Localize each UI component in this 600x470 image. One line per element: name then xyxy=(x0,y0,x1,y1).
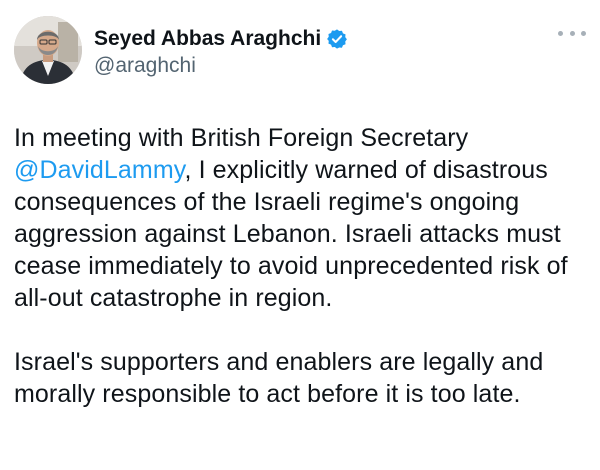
avatar[interactable] xyxy=(14,16,82,84)
avatar-photo xyxy=(14,16,82,84)
tweet-text: In meeting with British Foreign Secretar… xyxy=(14,122,594,410)
more-dot xyxy=(569,30,575,36)
more-options-icon[interactable] xyxy=(558,26,586,40)
display-name[interactable]: Seyed Abbas Araghchi xyxy=(94,27,321,51)
tweet-card: Seyed Abbas Araghchi @araghchi In meetin… xyxy=(0,0,600,470)
display-name-row: Seyed Abbas Araghchi xyxy=(94,24,348,54)
author-handle[interactable]: @araghchi xyxy=(94,54,348,78)
tweet-paragraph-2: Israel's supporters and enablers are leg… xyxy=(14,348,544,408)
more-dot xyxy=(558,30,563,36)
more-dot xyxy=(581,30,586,36)
verified-badge-icon xyxy=(326,28,348,50)
tweet-paragraph-1: In meeting with British Foreign Secretar… xyxy=(14,122,594,314)
author-names: Seyed Abbas Araghchi @araghchi xyxy=(94,24,348,78)
tweet-text-intro: In meeting with British Foreign Secretar… xyxy=(14,124,469,152)
mention-link[interactable]: @DavidLammy xyxy=(14,156,185,184)
tweet-header: Seyed Abbas Araghchi @araghchi xyxy=(14,16,586,88)
